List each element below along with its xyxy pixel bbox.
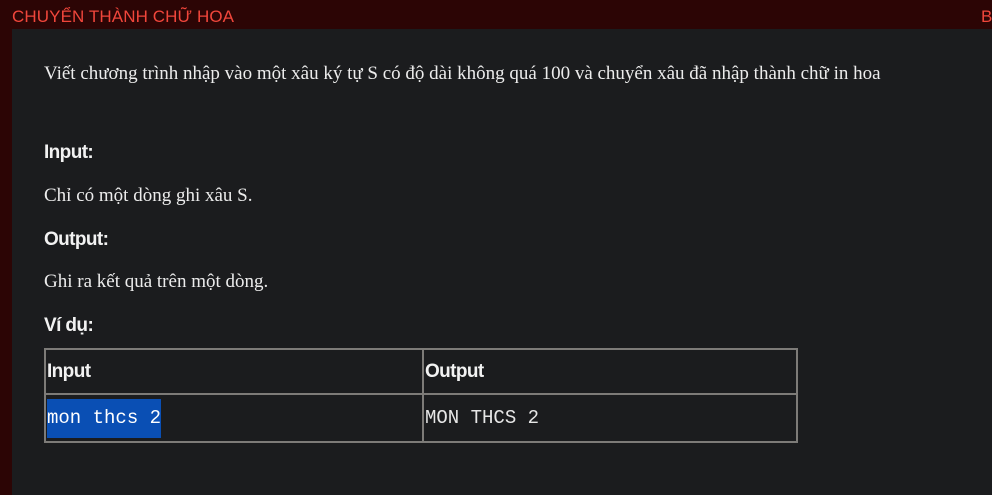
sample-output-cell[interactable]: MON THCS 2 — [422, 393, 798, 443]
example-table: Input Output mon thcs 2 MON THCS 2 — [44, 348, 798, 443]
problem-title: CHUYỂN THÀNH CHỮ HOA — [12, 7, 235, 26]
example-heading: Ví dụ: — [44, 315, 94, 336]
table-header-input: Input — [44, 348, 424, 395]
table-header-row: Input Output — [44, 348, 798, 395]
sample-input-cell[interactable]: mon thcs 2 — [44, 393, 424, 443]
input-heading: Input: — [44, 142, 94, 163]
title-right-fragment: B — [981, 7, 992, 26]
selected-text[interactable]: mon thcs 2 — [47, 399, 162, 438]
output-description: Ghi ra kết quả trên một dòng. — [44, 271, 269, 292]
output-heading: Output: — [44, 229, 109, 250]
problem-content: Viết chương trình nhập vào một xâu ký tự… — [12, 29, 992, 495]
title-bar: CHUYỂN THÀNH CHỮ HOA B — [0, 0, 992, 29]
window-frame-left — [0, 0, 12, 495]
problem-description: Viết chương trình nhập vào một xâu ký tự… — [44, 63, 881, 84]
input-description: Chỉ có một dòng ghi xâu S. — [44, 185, 253, 206]
table-header-output: Output — [422, 348, 798, 395]
table-row: mon thcs 2 MON THCS 2 — [44, 393, 798, 443]
